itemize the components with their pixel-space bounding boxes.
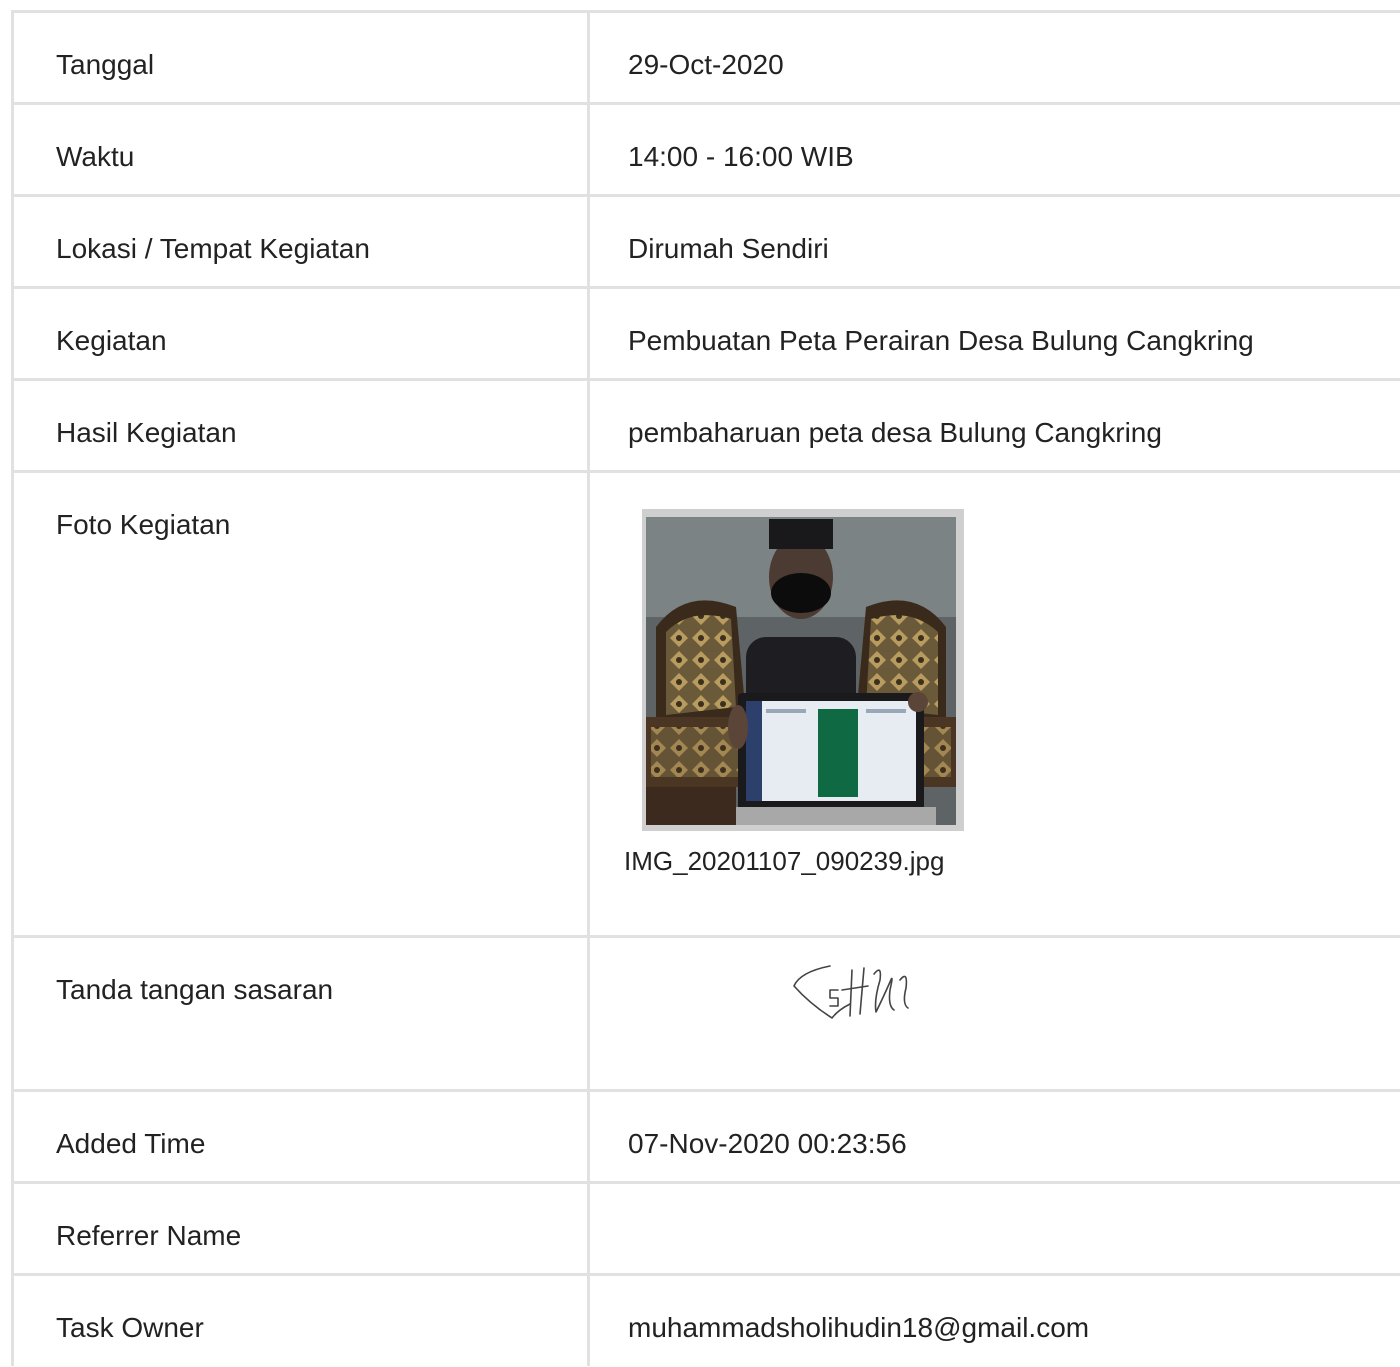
- field-value-waktu: 14:00 - 16:00 WIB: [628, 141, 854, 172]
- row-added-time: Added Time 07-Nov-2020 00:23:56: [14, 1092, 1400, 1184]
- field-label: Tanggal: [14, 13, 590, 102]
- field-value-foto: IMG_20201107_090239.jpg: [590, 473, 1400, 935]
- row-tanggal: Tanggal 29-Oct-2020: [14, 13, 1400, 105]
- field-value-hasil-kegiatan: pembaharuan peta desa Bulung Cangkring: [628, 417, 1162, 448]
- field-label: Added Time: [14, 1092, 590, 1181]
- field-value-kegiatan: Pembuatan Peta Perairan Desa Bulung Cang…: [628, 325, 1254, 356]
- field-label: Kegiatan: [14, 289, 590, 378]
- row-lokasi: Lokasi / Tempat Kegiatan Dirumah Sendiri: [14, 197, 1400, 289]
- row-foto-kegiatan: Foto Kegiatan IMG_20201107_090239.jpg: [14, 473, 1400, 938]
- field-label: Lokasi / Tempat Kegiatan: [14, 197, 590, 286]
- row-hasil-kegiatan: Hasil Kegiatan pembaharuan peta desa Bul…: [14, 381, 1400, 473]
- field-value-added-time: 07-Nov-2020 00:23:56: [628, 1128, 907, 1159]
- signature-image: [793, 965, 909, 1019]
- field-label: Hasil Kegiatan: [14, 381, 590, 470]
- row-waktu: Waktu 14:00 - 16:00 WIB: [14, 105, 1400, 197]
- photo-thumbnail[interactable]: [642, 509, 964, 831]
- field-value-signature: [590, 938, 1400, 1089]
- photo-filename[interactable]: IMG_20201107_090239.jpg: [624, 845, 1400, 877]
- field-label: Task Owner: [14, 1276, 590, 1366]
- row-tanda-tangan: Tanda tangan sasaran: [14, 938, 1400, 1092]
- field-label: Waktu: [14, 105, 590, 194]
- record-detail-table: Tanggal 29-Oct-2020 Waktu 14:00 - 16:00 …: [11, 10, 1400, 1366]
- field-label: Foto Kegiatan: [14, 473, 590, 935]
- field-value-task-owner: muhammadsholihudin18@gmail.com: [628, 1312, 1090, 1343]
- field-value-tanggal: 29-Oct-2020: [628, 49, 784, 80]
- row-referrer-name: Referrer Name: [14, 1184, 1400, 1276]
- activity-photo: [646, 517, 956, 825]
- row-task-owner: Task Owner muhammadsholihudin18@gmail.co…: [14, 1276, 1400, 1366]
- field-label: Tanda tangan sasaran: [14, 938, 590, 1089]
- field-value-referrer-name: [590, 1184, 1400, 1273]
- field-label: Referrer Name: [14, 1184, 590, 1273]
- field-value-lokasi: Dirumah Sendiri: [628, 233, 829, 264]
- row-kegiatan: Kegiatan Pembuatan Peta Perairan Desa Bu…: [14, 289, 1400, 381]
